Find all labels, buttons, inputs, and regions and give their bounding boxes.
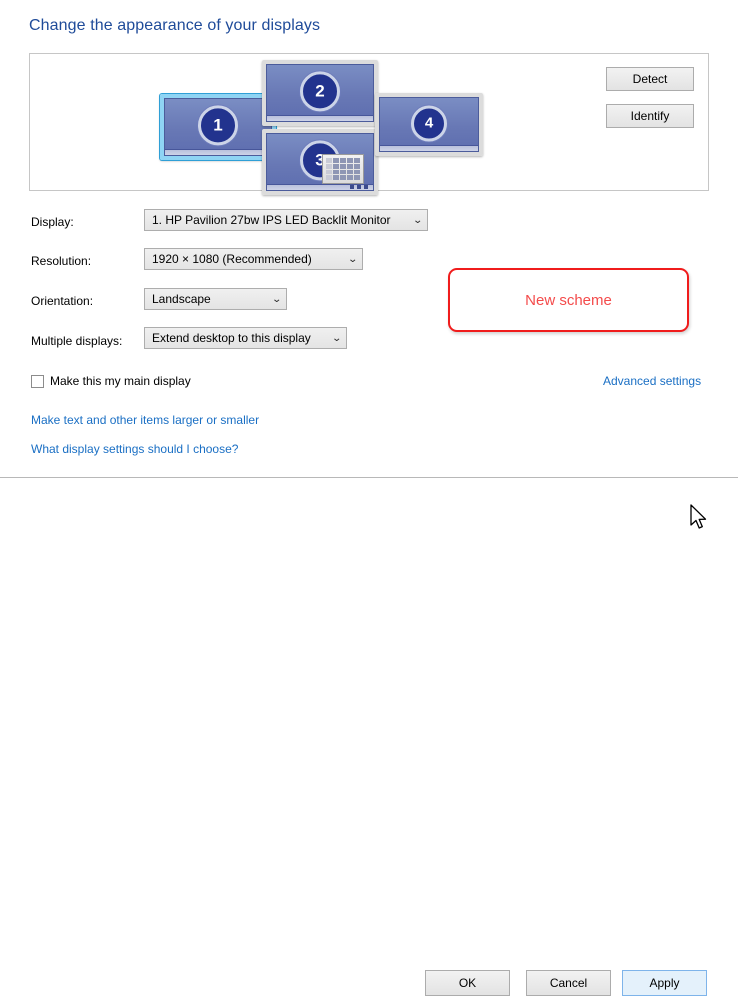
cancel-button[interactable]: Cancel	[526, 970, 611, 996]
monitor-4-number: 4	[411, 105, 447, 142]
advanced-settings-link[interactable]: Advanced settings	[603, 374, 701, 388]
main-display-checkbox[interactable]	[31, 374, 44, 388]
orientation-dropdown-value: Landscape	[152, 292, 211, 306]
identify-button[interactable]: Identify	[606, 104, 694, 128]
monitor-4[interactable]: 4	[375, 93, 483, 156]
orientation-dropdown[interactable]: Landscape ⌄	[144, 288, 287, 310]
page-title: Change the appearance of your displays	[29, 17, 321, 34]
multiple-displays-dropdown[interactable]: Extend desktop to this display ⌄	[144, 327, 347, 349]
on-screen-keyboard-icon	[322, 154, 364, 184]
monitor-2-number: 2	[300, 71, 340, 112]
display-label: Display:	[31, 215, 74, 229]
resolution-dropdown-value: 1920 × 1080 (Recommended)	[152, 252, 312, 266]
monitor-3[interactable]: 3	[262, 129, 378, 195]
ok-button[interactable]: OK	[425, 970, 510, 996]
resolution-dropdown[interactable]: 1920 × 1080 (Recommended) ⌄	[144, 248, 363, 270]
orientation-label: Orientation:	[31, 294, 94, 308]
what-display-settings-link[interactable]: What display settings should I choose?	[31, 442, 238, 456]
monitor-1[interactable]: 1	[160, 94, 276, 160]
footer-button-bar: OK Cancel Apply	[0, 478, 738, 996]
chevron-down-icon: ⌄	[412, 214, 423, 226]
detect-button[interactable]: Detect	[606, 67, 694, 91]
resolution-label: Resolution:	[31, 254, 92, 268]
multiple-displays-label: Multiple displays:	[31, 334, 123, 348]
main-display-checkbox-label: Make this my main display	[50, 374, 191, 388]
display-dropdown-value: 1. HP Pavilion 27bw IPS LED Backlit Moni…	[152, 213, 391, 227]
new-scheme-annotation: New scheme	[448, 268, 689, 332]
chevron-down-icon: ⌄	[331, 332, 342, 344]
display-dropdown[interactable]: 1. HP Pavilion 27bw IPS LED Backlit Moni…	[144, 209, 428, 231]
make-text-larger-link[interactable]: Make text and other items larger or smal…	[31, 413, 259, 427]
chevron-down-icon: ⌄	[347, 253, 358, 265]
multiple-displays-dropdown-value: Extend desktop to this display	[152, 331, 311, 345]
main-display-checkbox-row[interactable]: Make this my main display	[31, 374, 191, 388]
monitor-1-number: 1	[198, 105, 238, 146]
apply-button[interactable]: Apply	[622, 970, 707, 996]
monitor-2[interactable]: 2	[262, 60, 378, 126]
chevron-down-icon: ⌄	[271, 293, 282, 305]
taskbar-dots-icon	[350, 185, 368, 189]
